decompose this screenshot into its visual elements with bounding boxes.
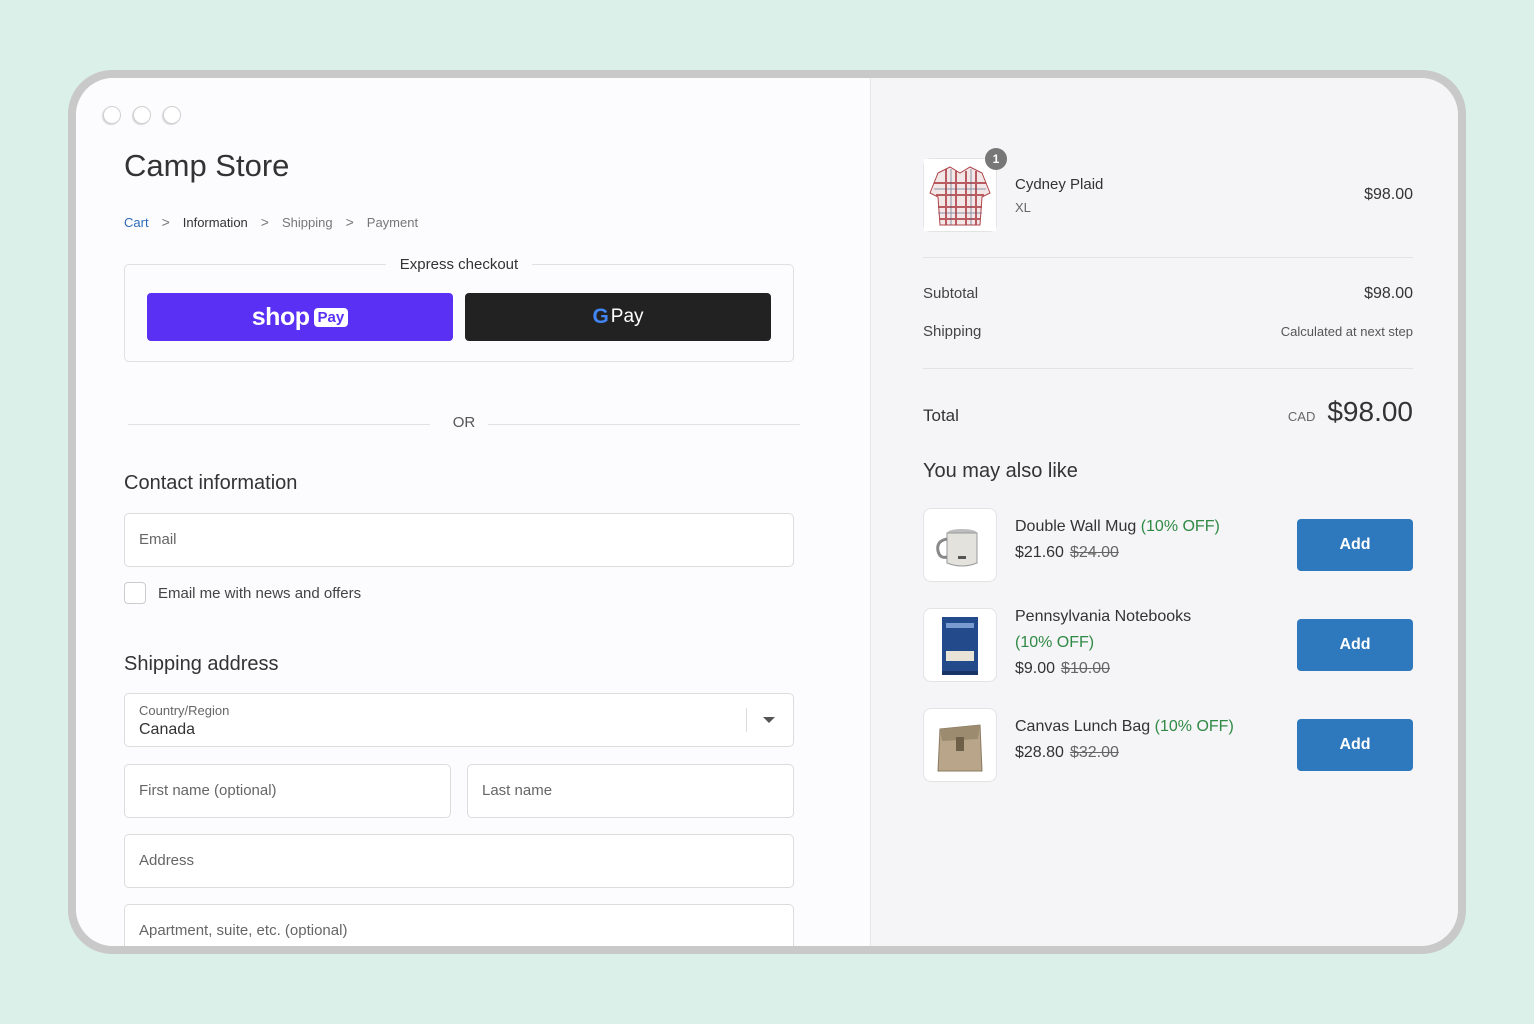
google-pay-button[interactable]: G Pay — [465, 293, 771, 341]
recommendation-item: Double Wall Mug (10% OFF) $21.60 $24.00 A… — [923, 508, 1413, 584]
cart-line-item: 1 Cydney Plaid XL $98.00 — [923, 148, 1413, 234]
recommendation-price: $9.00 — [1015, 660, 1056, 677]
quantity-badge: 1 — [985, 148, 1007, 170]
checkout-form-panel: Camp Store Cart > Information > Shipping… — [76, 78, 870, 946]
country-label: Country/Region — [139, 703, 230, 718]
summary-divider — [923, 257, 1413, 258]
store-title: Camp Store — [124, 148, 290, 183]
shipping-address-title: Shipping address — [124, 653, 279, 675]
recommendation-name: Double Wall Mug — [1015, 518, 1137, 535]
recommendation-price: $21.60 — [1015, 544, 1064, 561]
subtotal-value: $98.00 — [1364, 285, 1413, 302]
or-label: OR — [452, 414, 476, 431]
chevron-right-icon: > — [345, 214, 354, 230]
apartment-field[interactable]: Apartment, suite, etc. (optional) — [124, 904, 794, 946]
first-name-field[interactable]: First name (optional) — [124, 764, 451, 818]
close-window-dot[interactable] — [103, 106, 121, 124]
subtotal-row: Subtotal $98.00 — [923, 285, 1413, 303]
chevron-down-icon — [763, 717, 775, 723]
total-value: $98.00 — [1327, 396, 1413, 427]
add-notebooks-button[interactable]: Add — [1297, 619, 1413, 671]
add-lunch-bag-button[interactable]: Add — [1297, 719, 1413, 771]
total-amount-group: CAD $98.00 — [1288, 396, 1413, 428]
recommendation-info: Canvas Lunch Bag (10% OFF) $28.80 $32.00 — [1015, 714, 1285, 766]
product-thumbnail-notebooks — [923, 608, 997, 682]
address-placeholder: Address — [139, 852, 195, 869]
product-price: $98.00 — [1364, 186, 1413, 203]
recommendation-discount: (10% OFF) — [1140, 518, 1220, 535]
or-divider: OR — [128, 414, 800, 434]
breadcrumb-cart[interactable]: Cart — [124, 215, 149, 230]
chevron-right-icon: > — [161, 214, 170, 230]
shipping-value: Calculated at next step — [1280, 324, 1413, 339]
last-name-placeholder: Last name — [482, 782, 553, 799]
breadcrumb: Cart > Information > Shipping > Payment — [124, 214, 418, 230]
lunch-bag-image — [937, 724, 983, 772]
shop-pay-logo: shop — [251, 302, 310, 331]
contact-information-title: Contact information — [124, 472, 298, 494]
recommendation-info: Double Wall Mug (10% OFF) $21.60 $24.00 — [1015, 514, 1285, 566]
shop-pay-badge: Pay — [313, 307, 349, 327]
recommendation-old-price: $10.00 — [1061, 660, 1110, 677]
recommendation-item: Pennsylvania Notebooks (10% OFF) $9.00 $1… — [923, 608, 1413, 684]
breadcrumb-shipping: Shipping — [281, 214, 333, 230]
apartment-placeholder: Apartment, suite, etc. (optional) — [139, 922, 348, 939]
recommendation-item: Canvas Lunch Bag (10% OFF) $28.80 $32.00 … — [923, 708, 1413, 784]
product-thumbnail-mug — [923, 508, 997, 582]
maximize-window-dot[interactable] — [163, 106, 181, 124]
breadcrumb-payment: Payment — [366, 214, 419, 230]
total-currency: CAD — [1287, 409, 1316, 424]
recommendation-info: Pennsylvania Notebooks (10% OFF) $9.00 $1… — [1015, 604, 1285, 682]
express-checkout-title: Express checkout — [385, 256, 533, 273]
newsletter-checkbox[interactable] — [124, 582, 146, 604]
chevron-right-icon: > — [260, 214, 269, 230]
subtotal-label: Subtotal — [923, 285, 979, 302]
address-field[interactable]: Address — [124, 834, 794, 888]
breadcrumb-information: Information — [182, 214, 248, 230]
browser-window: Camp Store Cart > Information > Shipping… — [76, 78, 1458, 946]
notebook-image — [942, 617, 978, 675]
recommendation-discount: (10% OFF) — [1015, 634, 1095, 651]
divider-line — [488, 424, 800, 425]
shipping-row: Shipping Calculated at next step — [923, 323, 1413, 340]
divider-line — [128, 424, 430, 425]
shipping-label: Shipping — [923, 323, 982, 340]
product-thumbnail-plaid-shirt: 1 — [923, 148, 1007, 232]
recommendation-price: $28.80 — [1015, 744, 1064, 761]
total-label: Total — [923, 406, 959, 425]
plaid-shirt-image — [924, 159, 996, 231]
shop-pay-button[interactable]: shop Pay — [147, 293, 453, 341]
select-divider — [746, 708, 747, 732]
window-controls — [103, 106, 181, 124]
recommendation-name: Canvas Lunch Bag — [1015, 718, 1151, 735]
summary-divider — [923, 368, 1413, 369]
recommendation-old-price: $24.00 — [1069, 544, 1119, 561]
product-variant: XL — [1015, 200, 1031, 215]
express-checkout-box: Express checkout shop Pay G Pay — [124, 256, 794, 362]
newsletter-option[interactable]: Email me with news and offers — [124, 582, 361, 604]
country-value: Canada — [139, 721, 196, 738]
order-summary-panel: 1 Cydney Plaid XL $98.00 Subtotal $98.00… — [870, 78, 1458, 946]
email-field[interactable]: Email — [124, 513, 794, 567]
recommendation-discount: (10% OFF) — [1154, 718, 1234, 735]
device-frame: Camp Store Cart > Information > Shipping… — [68, 70, 1466, 954]
total-row: Total CAD $98.00 — [923, 396, 1413, 428]
mug-image — [936, 529, 978, 567]
product-name: Cydney Plaid — [1015, 176, 1104, 193]
add-mug-button[interactable]: Add — [1297, 519, 1413, 571]
last-name-field[interactable]: Last name — [467, 764, 794, 818]
recommendation-name: Pennsylvania Notebooks — [1015, 608, 1192, 625]
email-placeholder: Email — [139, 531, 177, 548]
recommendation-old-price: $32.00 — [1069, 744, 1119, 761]
google-pay-label: Pay — [610, 306, 644, 327]
minimize-window-dot[interactable] — [133, 106, 151, 124]
newsletter-label: Email me with news and offers — [158, 584, 362, 602]
first-name-placeholder: First name (optional) — [139, 782, 277, 799]
google-g-icon: G — [592, 305, 609, 328]
product-thumbnail-lunch-bag — [923, 708, 997, 782]
recommendations-title: You may also like — [923, 460, 1078, 482]
country-select[interactable]: Country/Region Canada — [124, 693, 794, 747]
